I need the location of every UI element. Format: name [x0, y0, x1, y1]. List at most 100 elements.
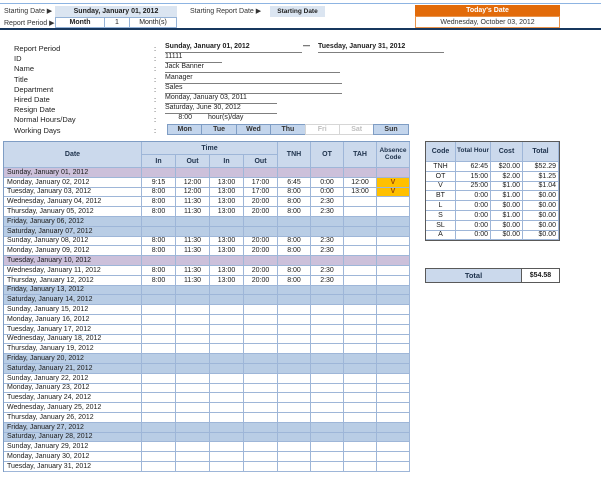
timesheet-cell-in2[interactable]	[210, 462, 244, 472]
timesheet-date-cell[interactable]: Monday, January 23, 2012	[4, 384, 142, 394]
timesheet-cell-absence[interactable]	[377, 276, 410, 286]
timesheet-cell-in1[interactable]	[142, 442, 176, 452]
timesheet-date-cell[interactable]: Tuesday, January 03, 2012	[4, 188, 142, 198]
timesheet-cell-out2[interactable]	[244, 364, 278, 374]
timesheet-cell-tah[interactable]	[344, 344, 377, 354]
timesheet-cell-tah[interactable]	[344, 276, 377, 286]
timesheet-cell-in2[interactable]: 13:00	[210, 276, 244, 286]
timesheet-cell-tah[interactable]	[344, 168, 377, 178]
summary-total-cell[interactable]: $0.00	[523, 221, 559, 231]
summary-total-cell[interactable]: $1.04	[523, 182, 559, 192]
working-day-wed[interactable]: Wed	[236, 124, 271, 135]
timesheet-cell-out2[interactable]	[244, 393, 278, 403]
timesheet-cell-in1[interactable]	[142, 393, 176, 403]
timesheet-cell-tah[interactable]	[344, 305, 377, 315]
timesheet-cell-out2[interactable]	[244, 384, 278, 394]
timesheet-cell-absence[interactable]	[377, 168, 410, 178]
timesheet-date-cell[interactable]: Sunday, January 01, 2012	[4, 168, 142, 178]
summary-code-cell[interactable]: TNH	[426, 162, 456, 172]
summary-cost-cell[interactable]: $0.00	[491, 201, 523, 211]
timesheet-cell-out2[interactable]	[244, 442, 278, 452]
timesheet-cell-tnh[interactable]	[278, 393, 311, 403]
timesheet-date-cell[interactable]: Saturday, January 07, 2012	[4, 227, 142, 237]
timesheet-cell-tnh[interactable]: 8:00	[278, 207, 311, 217]
timesheet-date-cell[interactable]: Wednesday, January 04, 2012	[4, 197, 142, 207]
timesheet-cell-tnh[interactable]	[278, 364, 311, 374]
timesheet-cell-in1[interactable]: 8:00	[142, 276, 176, 286]
timesheet-date-cell[interactable]: Sunday, January 15, 2012	[4, 305, 142, 315]
working-day-mon[interactable]: Mon	[167, 124, 202, 135]
timesheet-cell-ot[interactable]	[311, 227, 344, 237]
timesheet-cell-out1[interactable]	[176, 374, 210, 384]
timesheet-cell-out1[interactable]	[176, 227, 210, 237]
timesheet-cell-absence[interactable]	[377, 315, 410, 325]
starting-date-value[interactable]: Sunday, January 01, 2012	[55, 6, 177, 17]
timesheet-cell-ot[interactable]	[311, 217, 344, 227]
timesheet-cell-in2[interactable]	[210, 413, 244, 423]
timesheet-cell-in1[interactable]	[142, 462, 176, 472]
timesheet-date-cell[interactable]: Friday, January 06, 2012	[4, 217, 142, 227]
timesheet-cell-in1[interactable]	[142, 433, 176, 443]
timesheet-cell-ot[interactable]	[311, 403, 344, 413]
timesheet-cell-absence[interactable]	[377, 374, 410, 384]
timesheet-cell-absence[interactable]	[377, 413, 410, 423]
timesheet-cell-tah[interactable]	[344, 442, 377, 452]
timesheet-cell-absence[interactable]	[377, 256, 410, 266]
grand-total-value[interactable]: $54.58	[522, 269, 559, 282]
timesheet-cell-ot[interactable]: 2:30	[311, 266, 344, 276]
timesheet-cell-out2[interactable]	[244, 462, 278, 472]
timesheet-cell-in1[interactable]: 8:00	[142, 207, 176, 217]
department-field[interactable]: Sales	[165, 84, 342, 94]
timesheet-date-cell[interactable]: Tuesday, January 17, 2012	[4, 325, 142, 335]
timesheet-cell-absence[interactable]	[377, 354, 410, 364]
summary-total-cell[interactable]: $0.00	[523, 231, 559, 241]
timesheet-cell-absence[interactable]	[377, 462, 410, 472]
timesheet-cell-tah[interactable]	[344, 246, 377, 256]
timesheet-cell-in2[interactable]: 13:00	[210, 246, 244, 256]
timesheet-cell-tah[interactable]	[344, 227, 377, 237]
timesheet-cell-in2[interactable]	[210, 325, 244, 335]
timesheet-cell-tnh[interactable]: 8:00	[278, 188, 311, 198]
timesheet-cell-absence[interactable]	[377, 403, 410, 413]
timesheet-cell-tnh[interactable]	[278, 433, 311, 443]
timesheet-cell-in1[interactable]	[142, 305, 176, 315]
timesheet-cell-in1[interactable]	[142, 413, 176, 423]
timesheet-cell-tnh[interactable]	[278, 286, 311, 296]
summary-code-cell[interactable]: S	[426, 211, 456, 221]
timesheet-cell-tnh[interactable]	[278, 442, 311, 452]
timesheet-date-cell[interactable]: Sunday, January 08, 2012	[4, 237, 142, 247]
timesheet-cell-absence[interactable]	[377, 227, 410, 237]
timesheet-date-cell[interactable]: Wednesday, January 11, 2012	[4, 266, 142, 276]
timesheet-cell-absence[interactable]	[377, 295, 410, 305]
timesheet-cell-tah[interactable]	[344, 413, 377, 423]
timesheet-date-cell[interactable]: Tuesday, January 10, 2012	[4, 256, 142, 266]
timesheet-cell-absence[interactable]	[377, 305, 410, 315]
summary-hours-cell[interactable]: 0:00	[456, 191, 491, 201]
timesheet-cell-tah[interactable]	[344, 423, 377, 433]
timesheet-cell-ot[interactable]	[311, 462, 344, 472]
timesheet-cell-out1[interactable]	[176, 325, 210, 335]
report-period-to[interactable]: Tuesday, January 31, 2012	[318, 43, 444, 53]
timesheet-cell-ot[interactable]: 2:30	[311, 276, 344, 286]
summary-hours-cell[interactable]: 0:00	[456, 221, 491, 231]
timesheet-cell-ot[interactable]	[311, 433, 344, 443]
timesheet-cell-tnh[interactable]	[278, 227, 311, 237]
timesheet-date-cell[interactable]: Friday, January 27, 2012	[4, 423, 142, 433]
timesheet-date-cell[interactable]: Tuesday, January 24, 2012	[4, 393, 142, 403]
timesheet-cell-out2[interactable]	[244, 413, 278, 423]
starting-report-date-value[interactable]: Starting Date	[270, 6, 325, 17]
timesheet-cell-out2[interactable]	[244, 217, 278, 227]
timesheet-date-cell[interactable]: Saturday, January 21, 2012	[4, 364, 142, 374]
timesheet-cell-tah[interactable]	[344, 403, 377, 413]
timesheet-cell-ot[interactable]	[311, 256, 344, 266]
summary-hours-cell[interactable]: 0:00	[456, 201, 491, 211]
timesheet-cell-tnh[interactable]	[278, 354, 311, 364]
timesheet-cell-in2[interactable]	[210, 442, 244, 452]
timesheet-cell-out1[interactable]	[176, 315, 210, 325]
timesheet-cell-tnh[interactable]	[278, 305, 311, 315]
working-day-thu[interactable]: Thu	[270, 124, 305, 135]
summary-hours-cell[interactable]: 0:00	[456, 231, 491, 241]
summary-total-cell[interactable]: $52.29	[523, 162, 559, 172]
timesheet-cell-absence[interactable]	[377, 237, 410, 247]
timesheet-cell-absence[interactable]	[377, 442, 410, 452]
